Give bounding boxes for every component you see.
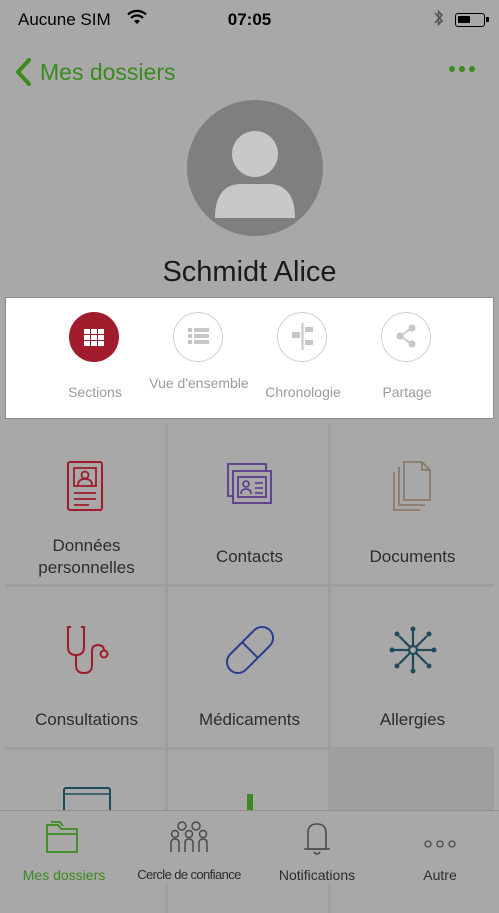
pill-icon [225,625,274,675]
grid-icon [69,312,119,362]
tabbar-notifications[interactable]: Notifications [262,811,372,886]
tabbar-label: Notifications [278,867,356,883]
tab-label: Chronologie [265,384,341,400]
bell-icon [304,823,330,855]
tab-share[interactable]: Partage [355,298,459,418]
navigation-bar: Mes dossiers [0,44,499,100]
share-icon [381,312,431,362]
more-icon [424,840,456,848]
section-medications[interactable]: Médicaments [168,587,331,750]
status-bar: Aucune SIM 07:05 [0,0,499,40]
tab-chronology[interactable]: Chronologie [251,298,355,418]
tab-sections[interactable]: Sections [43,298,147,418]
section-personal-data[interactable]: Données personnelles [5,424,168,587]
section-consultations[interactable]: Consultations [5,587,168,750]
battery-icon [455,13,489,27]
tabbar-label: Autre [423,867,457,883]
section-label: Contacts [215,547,284,566]
tabbar-trust-circle[interactable]: Cercle de confiance [120,811,258,886]
bottom-tab-bar: Mes dossiers Cercle de confiance Notific… [0,810,499,885]
section-allergies[interactable]: Allergies [331,587,494,750]
tabbar-more[interactable]: Autre [388,811,492,886]
view-tabs: Sections Vue d'ensemble Chronologie Part… [5,297,494,419]
list-icon [173,312,223,362]
tabbar-label: Cercle de confiance [137,867,241,882]
chevron-left-icon [16,58,31,86]
documents-icon [392,461,431,511]
profile-name: Schmidt Alice [162,256,337,288]
sections-grid: Données personnelles Contacts Documents [5,424,494,913]
tab-overview[interactable]: Vue d'ensemble [147,298,251,418]
profile-card-icon [66,461,103,511]
section-label: Médicaments [198,710,301,729]
folder-icon [46,821,78,853]
user-silhouette-icon [215,131,295,218]
section-label: Données personnelles [38,536,135,577]
section-label: Documents [369,547,456,566]
tabbar-label: Mes dossiers [22,867,106,883]
tab-label: Partage [382,384,432,400]
dot-icon [469,66,475,72]
avatar[interactable] [187,100,323,236]
timeline-icon [277,312,327,362]
contact-cards-icon [226,463,272,504]
section-contacts[interactable]: Contacts [168,424,331,587]
tab-label: Sections [68,384,122,400]
empty-tile [331,750,494,810]
stethoscope-icon [66,626,108,675]
more-options-button[interactable] [449,54,475,84]
allergen-icon [389,626,436,674]
dot-icon [459,66,465,72]
tabbar-my-folders[interactable]: Mes dossiers [8,811,120,886]
back-label: Mes dossiers [40,58,176,85]
section-label: Consultations [34,710,138,729]
people-icon [170,821,208,852]
section-documents[interactable]: Documents [331,424,494,587]
back-button[interactable]: Mes dossiers [14,52,175,92]
clock: 07:05 [227,10,272,29]
dot-icon [449,66,455,72]
section-label: Allergies [379,710,446,729]
tab-label: Vue d'ensemble [149,375,249,391]
bluetooth-icon [432,8,446,33]
